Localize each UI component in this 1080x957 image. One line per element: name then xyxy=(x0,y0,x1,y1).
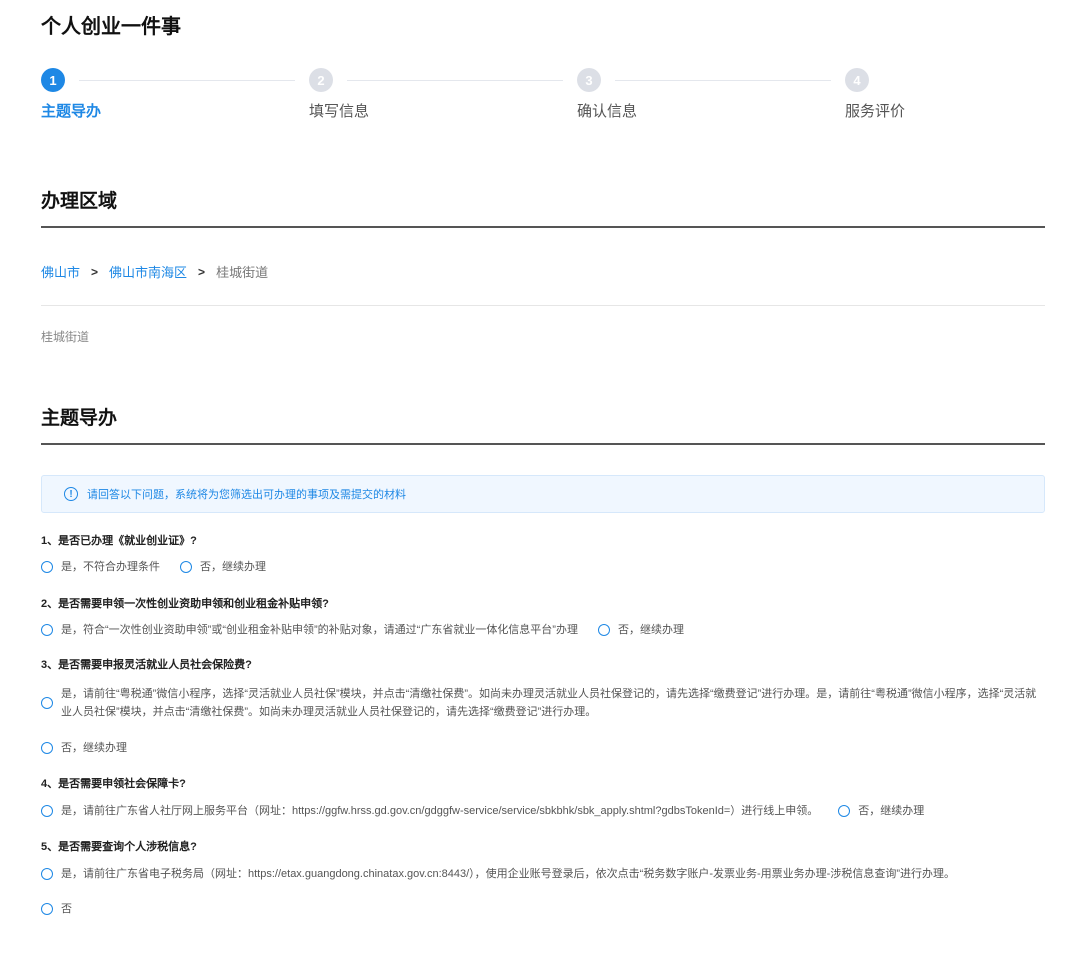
question-1-options: 是，不符合办理条件 否，继续办理 xyxy=(41,560,1045,574)
question-5-options: 是，请前往广东省电子税务局（网址：https://etax.guangdong.… xyxy=(41,867,1045,881)
page-title: 个人创业一件事 xyxy=(41,16,181,38)
radio-button[interactable] xyxy=(41,868,53,880)
question-4-title: 4、是否需要申领社会保障卡? xyxy=(41,778,186,790)
option-label: 否 xyxy=(61,903,72,915)
step-connector xyxy=(615,80,831,81)
info-notice: ! 请回答以下问题，系统将为您筛选出可办理的事项及需提交的材料 xyxy=(41,475,1045,513)
option-label: 否，继续办理 xyxy=(617,624,684,636)
step-4-label: 服务评价 xyxy=(845,103,906,120)
q2-option-yes[interactable]: 是，符合“一次性创业资助申领”或“创业租金补贴申领”的补贴对象，请通过“广东省就… xyxy=(41,623,578,637)
step-4: 4 服务评价 xyxy=(845,68,905,120)
radio-button[interactable] xyxy=(180,561,192,573)
section-divider xyxy=(41,226,1045,228)
option-label: 是，符合“一次性创业资助申领”或“创业租金补贴申领”的补贴对象，请通过“广东省就… xyxy=(61,624,578,636)
step-1-number: 1 xyxy=(41,68,65,92)
step-3-number: 3 xyxy=(577,68,601,92)
question-3-options-2: 否，继续办理 xyxy=(41,741,1045,755)
q5-option-yes[interactable]: 是，请前往广东省电子税务局（网址：https://etax.guangdong.… xyxy=(41,867,955,881)
radio-button[interactable] xyxy=(41,561,53,573)
selected-region[interactable]: 桂城街道 xyxy=(41,328,89,345)
question-1-title: 1、是否已办理《就业创业证》? xyxy=(41,535,197,547)
option-label: 否，继续办理 xyxy=(61,742,127,754)
question-3-title: 3、是否需要申报灵活就业人员社会保险费? xyxy=(41,659,252,671)
question-2-options: 是，符合“一次性创业资助申领”或“创业租金补贴申领”的补贴对象，请通过“广东省就… xyxy=(41,623,1045,637)
breadcrumb-city[interactable]: 佛山市 xyxy=(41,262,80,281)
q1-option-yes[interactable]: 是，不符合办理条件 xyxy=(41,560,160,574)
radio-button[interactable] xyxy=(41,624,53,636)
breadcrumb-district[interactable]: 佛山市南海区 xyxy=(109,262,187,281)
radio-button[interactable] xyxy=(838,805,851,817)
step-connector xyxy=(79,80,295,81)
question-5-title: 5、是否需要查询个人涉税信息? xyxy=(41,841,197,853)
notice-text: 请回答以下问题，系统将为您筛选出可办理的事项及需提交的材料 xyxy=(87,489,406,501)
section-divider xyxy=(41,443,1045,445)
radio-button[interactable] xyxy=(597,624,610,636)
q3-option-no[interactable]: 否，继续办理 xyxy=(41,741,127,755)
option-label: 是，请前往“粤税通”微信小程序，选择“灵活就业人员社保”模块，并点击“清缴社保费… xyxy=(61,688,1037,718)
info-icon: ! xyxy=(64,487,78,501)
progress-stepper: 1 主题导办 2 填写信息 3 确认信息 4 服务评价 xyxy=(41,68,1045,128)
region-section-title: 办理区域 xyxy=(41,191,118,212)
question-4-options: 是，请前往广东省人社厅网上服务平台（网址：https://ggfw.hrss.g… xyxy=(41,804,1045,818)
q4-option-yes[interactable]: 是，请前往广东省人社厅网上服务平台（网址：https://ggfw.hrss.g… xyxy=(41,804,818,818)
radio-button[interactable] xyxy=(41,742,53,754)
region-breadcrumb: 佛山市 > 佛山市南海区 > 桂城街道 xyxy=(41,262,268,281)
option-label: 是，请前往广东省电子税务局（网址：https://etax.guangdong.… xyxy=(61,868,955,880)
radio-button[interactable] xyxy=(41,903,53,915)
option-label: 是，不符合办理条件 xyxy=(61,561,160,573)
step-2-number: 2 xyxy=(309,68,333,92)
option-label: 否，继续办理 xyxy=(858,805,925,817)
guide-section-title: 主题导办 xyxy=(41,408,118,429)
step-3: 3 确认信息 xyxy=(577,68,637,120)
q4-option-no[interactable]: 否，继续办理 xyxy=(838,804,924,818)
option-label: 否，继续办理 xyxy=(200,561,266,573)
step-4-number: 4 xyxy=(845,68,869,92)
step-connector xyxy=(347,80,563,81)
step-2-label: 填写信息 xyxy=(309,103,370,120)
step-3-label: 确认信息 xyxy=(577,103,638,120)
step-2: 2 填写信息 xyxy=(309,68,369,120)
divider xyxy=(41,305,1045,306)
q5-option-no[interactable]: 否 xyxy=(41,902,72,916)
q2-option-no[interactable]: 否，继续办理 xyxy=(597,623,684,637)
question-3-options: 是，请前往“粤税通”微信小程序，选择“灵活就业人员社保”模块，并点击“清缴社保费… xyxy=(41,685,1045,721)
option-label: 是，请前往广东省人社厅网上服务平台（网址：https://ggfw.hrss.g… xyxy=(61,805,819,817)
radio-button[interactable] xyxy=(41,805,53,817)
chevron-right-icon: > xyxy=(91,264,99,279)
chevron-right-icon: > xyxy=(198,264,206,279)
radio-button[interactable] xyxy=(41,697,53,709)
step-1: 1 主题导办 xyxy=(41,68,101,120)
question-2-title: 2、是否需要申领一次性创业资助申领和创业租金补贴申领? xyxy=(41,598,329,610)
question-5-options-2: 否 xyxy=(41,902,1045,916)
breadcrumb-street: 桂城街道 xyxy=(216,265,269,280)
q1-option-no[interactable]: 否，继续办理 xyxy=(180,560,266,574)
step-1-label: 主题导办 xyxy=(41,103,102,120)
q3-option-yes[interactable]: 是，请前往“粤税通”微信小程序，选择“灵活就业人员社保”模块，并点击“清缴社保费… xyxy=(41,685,1041,721)
